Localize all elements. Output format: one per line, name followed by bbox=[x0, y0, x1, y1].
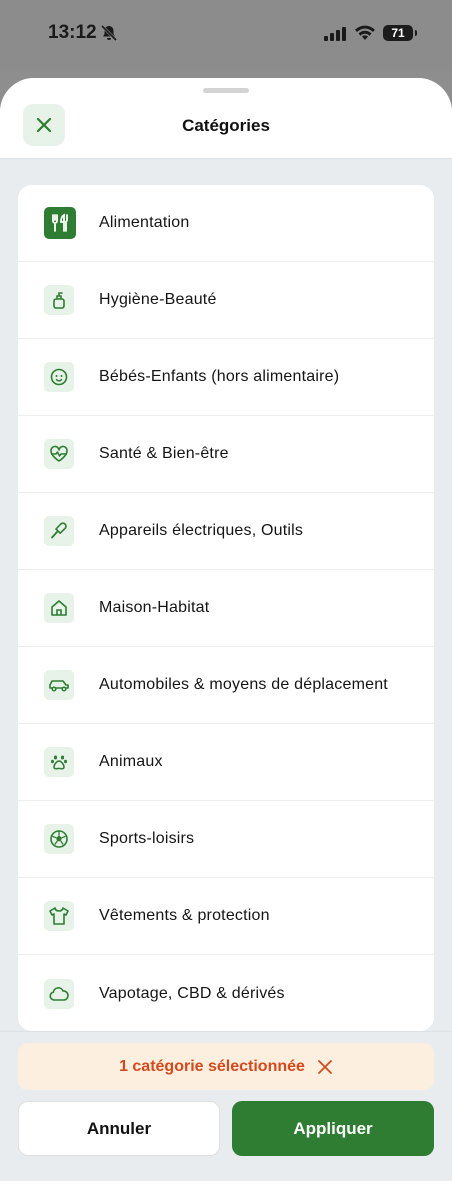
sheet-header: Catégories bbox=[0, 78, 452, 159]
category-item-sante[interactable]: Santé & Bien-être bbox=[18, 416, 434, 493]
category-item-alimentation[interactable]: Alimentation bbox=[18, 185, 434, 262]
selection-count-text: 1 catégorie sélectionnée bbox=[119, 1057, 305, 1075]
category-item-appareils-outils[interactable]: Appareils électriques, Outils bbox=[18, 493, 434, 570]
category-label: Appareils électriques, Outils bbox=[99, 522, 304, 539]
soap-bottle-icon bbox=[44, 285, 74, 315]
category-label: Vapotage, CBD & dérivés bbox=[99, 984, 285, 1002]
selection-banner: 1 catégorie sélectionnée bbox=[18, 1043, 434, 1090]
fork-knife-icon bbox=[44, 207, 76, 239]
category-label: Automobiles & moyens de déplacement bbox=[99, 676, 388, 693]
category-item-sports-loisirs[interactable]: Sports-loisirs bbox=[18, 801, 434, 878]
category-label: Bébés-Enfants (hors alimentaire) bbox=[99, 368, 340, 385]
house-icon bbox=[44, 593, 74, 623]
wifi-icon bbox=[354, 25, 376, 46]
car-icon bbox=[44, 670, 74, 700]
soccer-ball-icon bbox=[44, 824, 74, 854]
heart-pulse-icon bbox=[44, 439, 74, 469]
status-bar: 13:12 71 bbox=[0, 0, 452, 70]
category-item-animaux[interactable]: Animaux bbox=[18, 724, 434, 801]
battery-icon: 71 bbox=[383, 25, 417, 41]
category-label: Alimentation bbox=[99, 214, 190, 231]
category-label: Vêtements & protection bbox=[99, 907, 270, 924]
bottom-actions: 1 catégorie sélectionnée Annuler Appliqu… bbox=[0, 1031, 452, 1181]
category-item-vapotage[interactable]: Vapotage, CBD & dérivés bbox=[18, 955, 434, 1031]
category-item-hygiene-beaute[interactable]: Hygiène-Beauté bbox=[18, 262, 434, 339]
category-label: Sports-loisirs bbox=[99, 830, 195, 847]
signal-icon bbox=[324, 27, 346, 46]
paw-icon bbox=[44, 747, 74, 777]
category-label: Hygiène-Beauté bbox=[99, 291, 217, 308]
category-label: Animaux bbox=[99, 753, 163, 770]
clear-selection-button[interactable] bbox=[317, 1059, 333, 1075]
category-item-automobiles[interactable]: Automobiles & moyens de déplacement bbox=[18, 647, 434, 724]
category-label: Santé & Bien-être bbox=[99, 445, 229, 462]
category-list: Alimentation Hygiène-Beauté Bébés-Enfant… bbox=[18, 185, 434, 1031]
sheet-title: Catégories bbox=[182, 116, 270, 135]
cancel-button[interactable]: Annuler bbox=[18, 1101, 220, 1156]
category-item-vetements[interactable]: Vêtements & protection bbox=[18, 878, 434, 955]
bell-off-icon bbox=[100, 24, 118, 47]
category-label: Maison-Habitat bbox=[99, 599, 210, 616]
tool-icon bbox=[44, 516, 74, 546]
categories-sheet: Catégories Alimentation Hygiène-Beauté B… bbox=[0, 78, 452, 1181]
sheet-grabber[interactable] bbox=[203, 88, 249, 93]
category-item-maison-habitat[interactable]: Maison-Habitat bbox=[18, 570, 434, 647]
status-time: 13:12 bbox=[48, 22, 97, 43]
baby-face-icon bbox=[44, 362, 74, 392]
category-item-bebes-enfants[interactable]: Bébés-Enfants (hors alimentaire) bbox=[18, 339, 434, 416]
apply-button[interactable]: Appliquer bbox=[232, 1101, 434, 1156]
tshirt-icon bbox=[44, 901, 74, 931]
close-icon bbox=[318, 1059, 332, 1074]
cloud-icon bbox=[44, 978, 74, 1009]
